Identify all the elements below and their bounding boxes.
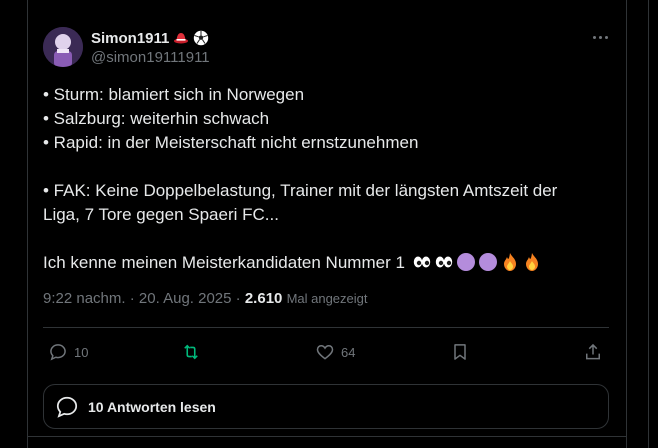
tweet-line: • FAK: Keine Doppelbelastung, Trainer mi…	[43, 181, 558, 200]
like-count: 64	[341, 344, 356, 360]
tweet-meta: 9:22 nachm. · 20. Aug. 2025 · 2.610 Mal …	[43, 290, 368, 307]
tweet-line: • Sturm: blamiert sich in Norwegen	[43, 85, 305, 104]
bookmark-icon	[454, 344, 466, 360]
meta-separator: ·	[129, 290, 135, 307]
share-button[interactable]	[583, 340, 603, 364]
tweet-bottom-border	[27, 436, 627, 437]
retweet-button[interactable]	[181, 340, 207, 364]
more-dot-icon	[592, 35, 596, 39]
purple-circle-emoji-icon	[478, 253, 497, 271]
view-count: 2.610	[244, 290, 283, 307]
purple-circle-emoji-icon	[456, 253, 475, 271]
meta-separator: ·	[235, 290, 241, 307]
tweet-line: Ich kenne meinen Meisterkandidaten Numme…	[43, 253, 405, 272]
red-hat-emoji-icon	[173, 30, 189, 46]
more-dot-icon	[604, 35, 608, 39]
read-replies-button[interactable]: 10 Antworten lesen	[43, 384, 609, 429]
timeline-left-border	[27, 0, 28, 448]
like-button[interactable]: 64	[315, 340, 355, 364]
more-options-button[interactable]	[589, 28, 611, 46]
action-bar: 10 64	[43, 340, 609, 364]
reply-icon	[50, 344, 66, 361]
eyes-emoji-icon	[435, 256, 452, 268]
eyes-emoji-icon	[413, 256, 430, 268]
read-replies-label: 10 Antworten lesen	[88, 398, 216, 415]
author-name-row: Simon1911	[91, 28, 209, 48]
tweet-line: • Rapid: in der Meisterschaft nicht erns…	[43, 133, 419, 152]
timeline-right-border	[626, 0, 627, 448]
heart-icon	[316, 344, 334, 360]
retweet-icon	[184, 344, 198, 360]
sidebar-border	[648, 0, 649, 448]
avatar[interactable]	[43, 27, 83, 67]
share-icon	[586, 343, 600, 360]
avatar-image	[43, 27, 83, 67]
view-count-label: Mal angezeigt	[286, 291, 368, 306]
more-dot-icon	[598, 35, 602, 39]
divider	[43, 327, 609, 328]
fire-emoji-icon	[503, 253, 516, 271]
fire-emoji-icon	[525, 253, 538, 271]
tweet-time[interactable]: 9:22 nachm.	[43, 290, 126, 307]
tweet-date[interactable]: 20. Aug. 2025	[139, 290, 232, 307]
speech-bubble-icon	[56, 396, 78, 418]
soccer-ball-emoji-icon	[193, 30, 209, 46]
tweet-line-last: Ich kenne meinen Meisterkandidaten Numme…	[43, 251, 613, 275]
author-handle[interactable]: @simon19111911	[91, 49, 210, 66]
reply-count: 10	[74, 344, 89, 360]
bookmark-button[interactable]	[450, 340, 470, 364]
tweet-line: • Salzburg: weiterhin schwach	[43, 109, 270, 128]
tweet-line: Liga, 7 Tore gegen Spaeri FC...	[43, 205, 279, 224]
tweet-text: • Sturm: blamiert sich in Norwegen • Sal…	[43, 83, 613, 275]
reply-button[interactable]: 10	[48, 340, 88, 364]
author-display-name[interactable]: Simon1911	[91, 30, 169, 47]
